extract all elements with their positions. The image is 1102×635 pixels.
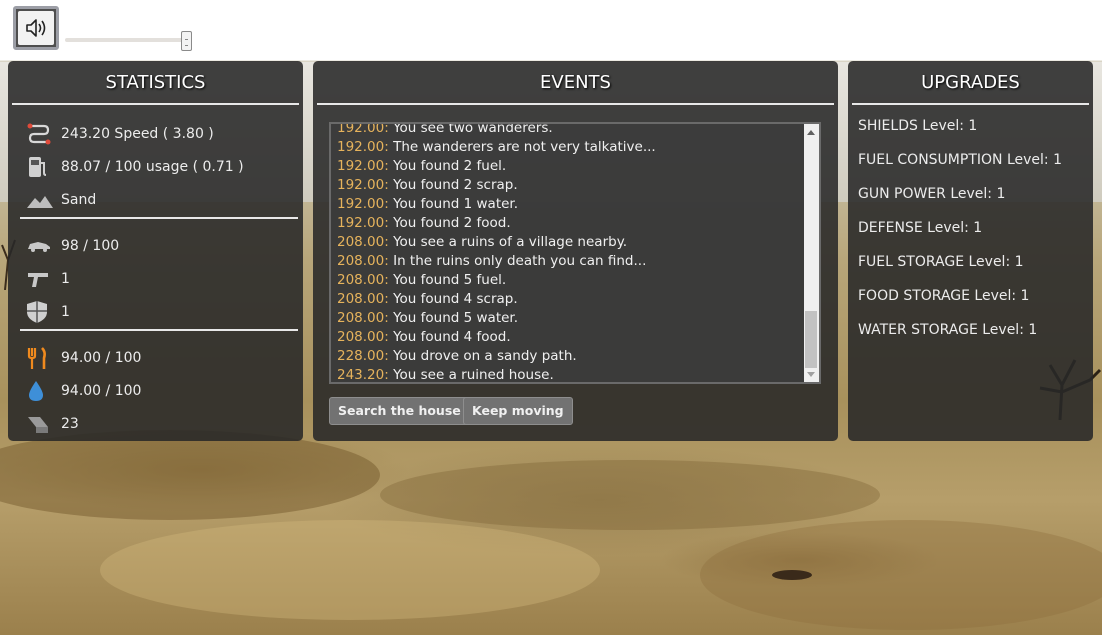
event-timestamp: 208.00: <box>337 272 389 288</box>
dune-shadow <box>380 460 880 530</box>
event-log-entry: 208.00: You found 4 food. <box>337 328 799 347</box>
divider <box>20 329 298 331</box>
event-log-entry: 192.00: You found 1 water. <box>337 195 799 214</box>
event-log-entry: 208.00: You found 4 scrap. <box>337 290 799 309</box>
event-message: You drove on a sandy path. <box>388 348 577 364</box>
event-log-list: 192.00: You see two wanderers. 192.00: Th… <box>337 122 799 383</box>
gun-icon <box>26 267 56 291</box>
event-timestamp: 208.00: <box>337 329 389 345</box>
upgrade-water-storage[interactable]: WATER STORAGE Level: 1 <box>858 320 1037 340</box>
event-message: In the ruins only death you can find... <box>388 253 647 269</box>
event-timestamp: 192.00: <box>337 122 389 136</box>
stat-scrap: 23 <box>26 411 79 437</box>
sound-toggle-button[interactable] <box>13 6 59 50</box>
scroll-up-arrow-icon[interactable] <box>807 130 815 135</box>
upgrade-gun-power[interactable]: GUN POWER Level: 1 <box>858 184 1005 204</box>
event-log-entry: 192.00: You found 2 food. <box>337 214 799 233</box>
search-house-button[interactable]: Search the house <box>329 397 470 425</box>
stat-speed: 243.20 Speed ( 3.80 ) <box>26 121 214 147</box>
rock <box>772 570 812 580</box>
event-log-entry: 208.00: You found 5 water. <box>337 309 799 328</box>
speaker-icon <box>26 19 46 37</box>
event-timestamp: 208.00: <box>337 291 389 307</box>
dune-highlight <box>100 520 600 620</box>
event-message: You found 2 food. <box>388 215 511 231</box>
statistics-panel: STATISTICS 243.20 Speed ( 3.80 ) 88.07 /… <box>8 61 303 441</box>
event-timestamp: 192.00: <box>337 139 389 155</box>
event-message: You see a ruins of a village nearby. <box>388 234 628 250</box>
shield-icon <box>26 300 56 324</box>
event-log-entry: 208.00: In the ruins only death you can … <box>337 252 799 271</box>
event-log-entry: 208.00: You see a ruins of a village nea… <box>337 233 799 252</box>
car-icon <box>26 234 56 258</box>
event-log-scrollbar[interactable] <box>804 124 819 382</box>
food-icon <box>26 346 56 370</box>
event-message: You found 4 scrap. <box>388 291 518 307</box>
route-icon <box>26 122 56 146</box>
terrain-icon <box>26 188 56 212</box>
event-message: You found 4 food. <box>388 329 511 345</box>
event-timestamp: 192.00: <box>337 196 389 212</box>
event-log-entry: 192.00: You found 2 fuel. <box>337 157 799 176</box>
event-timestamp: 243.20: <box>337 367 389 383</box>
event-message: The wanderers are not very talkative... <box>388 139 656 155</box>
statistics-title: STATISTICS <box>12 61 299 105</box>
event-message: You found 2 scrap. <box>388 177 518 193</box>
event-timestamp: 228.00: <box>337 348 389 364</box>
stat-water: 94.00 / 100 <box>26 378 141 404</box>
stat-gun: 1 <box>26 266 70 292</box>
event-log-entry: 228.00: You drove on a sandy path. <box>337 347 799 366</box>
upgrade-shields[interactable]: SHIELDS Level: 1 <box>858 116 977 136</box>
event-log-entry: 192.00: The wanderers are not very talka… <box>337 138 799 157</box>
upgrade-fuel-consumption[interactable]: FUEL CONSUMPTION Level: 1 <box>858 150 1062 170</box>
event-timestamp: 192.00: <box>337 177 389 193</box>
event-timestamp: 192.00: <box>337 158 389 174</box>
upgrade-fuel-storage[interactable]: FUEL STORAGE Level: 1 <box>858 252 1024 272</box>
volume-slider-thumb[interactable] <box>181 31 192 51</box>
upgrade-food-storage[interactable]: FOOD STORAGE Level: 1 <box>858 286 1029 306</box>
stat-food: 94.00 / 100 <box>26 345 141 371</box>
fuel-pump-icon <box>26 155 56 179</box>
event-timestamp: 208.00: <box>337 310 389 326</box>
water-drop-icon <box>26 379 56 403</box>
scroll-down-arrow-icon[interactable] <box>807 372 815 377</box>
event-message: You found 5 fuel. <box>388 272 507 288</box>
upgrade-defense[interactable]: DEFENSE Level: 1 <box>858 218 982 238</box>
upgrades-title: UPGRADES <box>852 61 1089 105</box>
volume-slider-track[interactable] <box>65 38 190 42</box>
scrap-icon <box>26 412 56 436</box>
event-message: You found 2 fuel. <box>388 158 507 174</box>
dune-shadow <box>700 520 1102 630</box>
event-message: You see a ruined house. <box>388 367 554 383</box>
stat-shield: 1 <box>26 299 70 325</box>
scrollbar-thumb[interactable] <box>805 311 817 368</box>
event-message: You found 5 water. <box>388 310 519 326</box>
top-bar <box>0 0 1102 60</box>
event-log-entry: 243.20: You see a ruined house. <box>337 366 799 383</box>
stat-terrain: Sand <box>26 187 96 213</box>
divider <box>20 217 298 219</box>
event-message: You found 1 water. <box>388 196 519 212</box>
event-log[interactable]: 192.00: You see two wanderers. 192.00: Th… <box>329 122 821 384</box>
events-panel: EVENTS 192.00: You see two wanderers. 192… <box>313 61 838 441</box>
event-timestamp: 192.00: <box>337 215 389 231</box>
event-timestamp: 208.00: <box>337 234 389 250</box>
stat-vehicle-health: 98 / 100 <box>26 233 119 259</box>
upgrades-panel: UPGRADES SHIELDS Level: 1 FUEL CONSUMPTI… <box>848 61 1093 441</box>
dune-shadow <box>0 430 380 520</box>
event-log-entry: 192.00: You found 2 scrap. <box>337 176 799 195</box>
events-title: EVENTS <box>317 61 834 105</box>
stat-fuel: 88.07 / 100 usage ( 0.71 ) <box>26 154 244 180</box>
event-timestamp: 208.00: <box>337 253 389 269</box>
event-message: You see two wanderers. <box>388 122 553 136</box>
event-log-entry: 192.00: You see two wanderers. <box>337 122 799 138</box>
event-log-entry: 208.00: You found 5 fuel. <box>337 271 799 290</box>
keep-moving-button[interactable]: Keep moving <box>463 397 573 425</box>
